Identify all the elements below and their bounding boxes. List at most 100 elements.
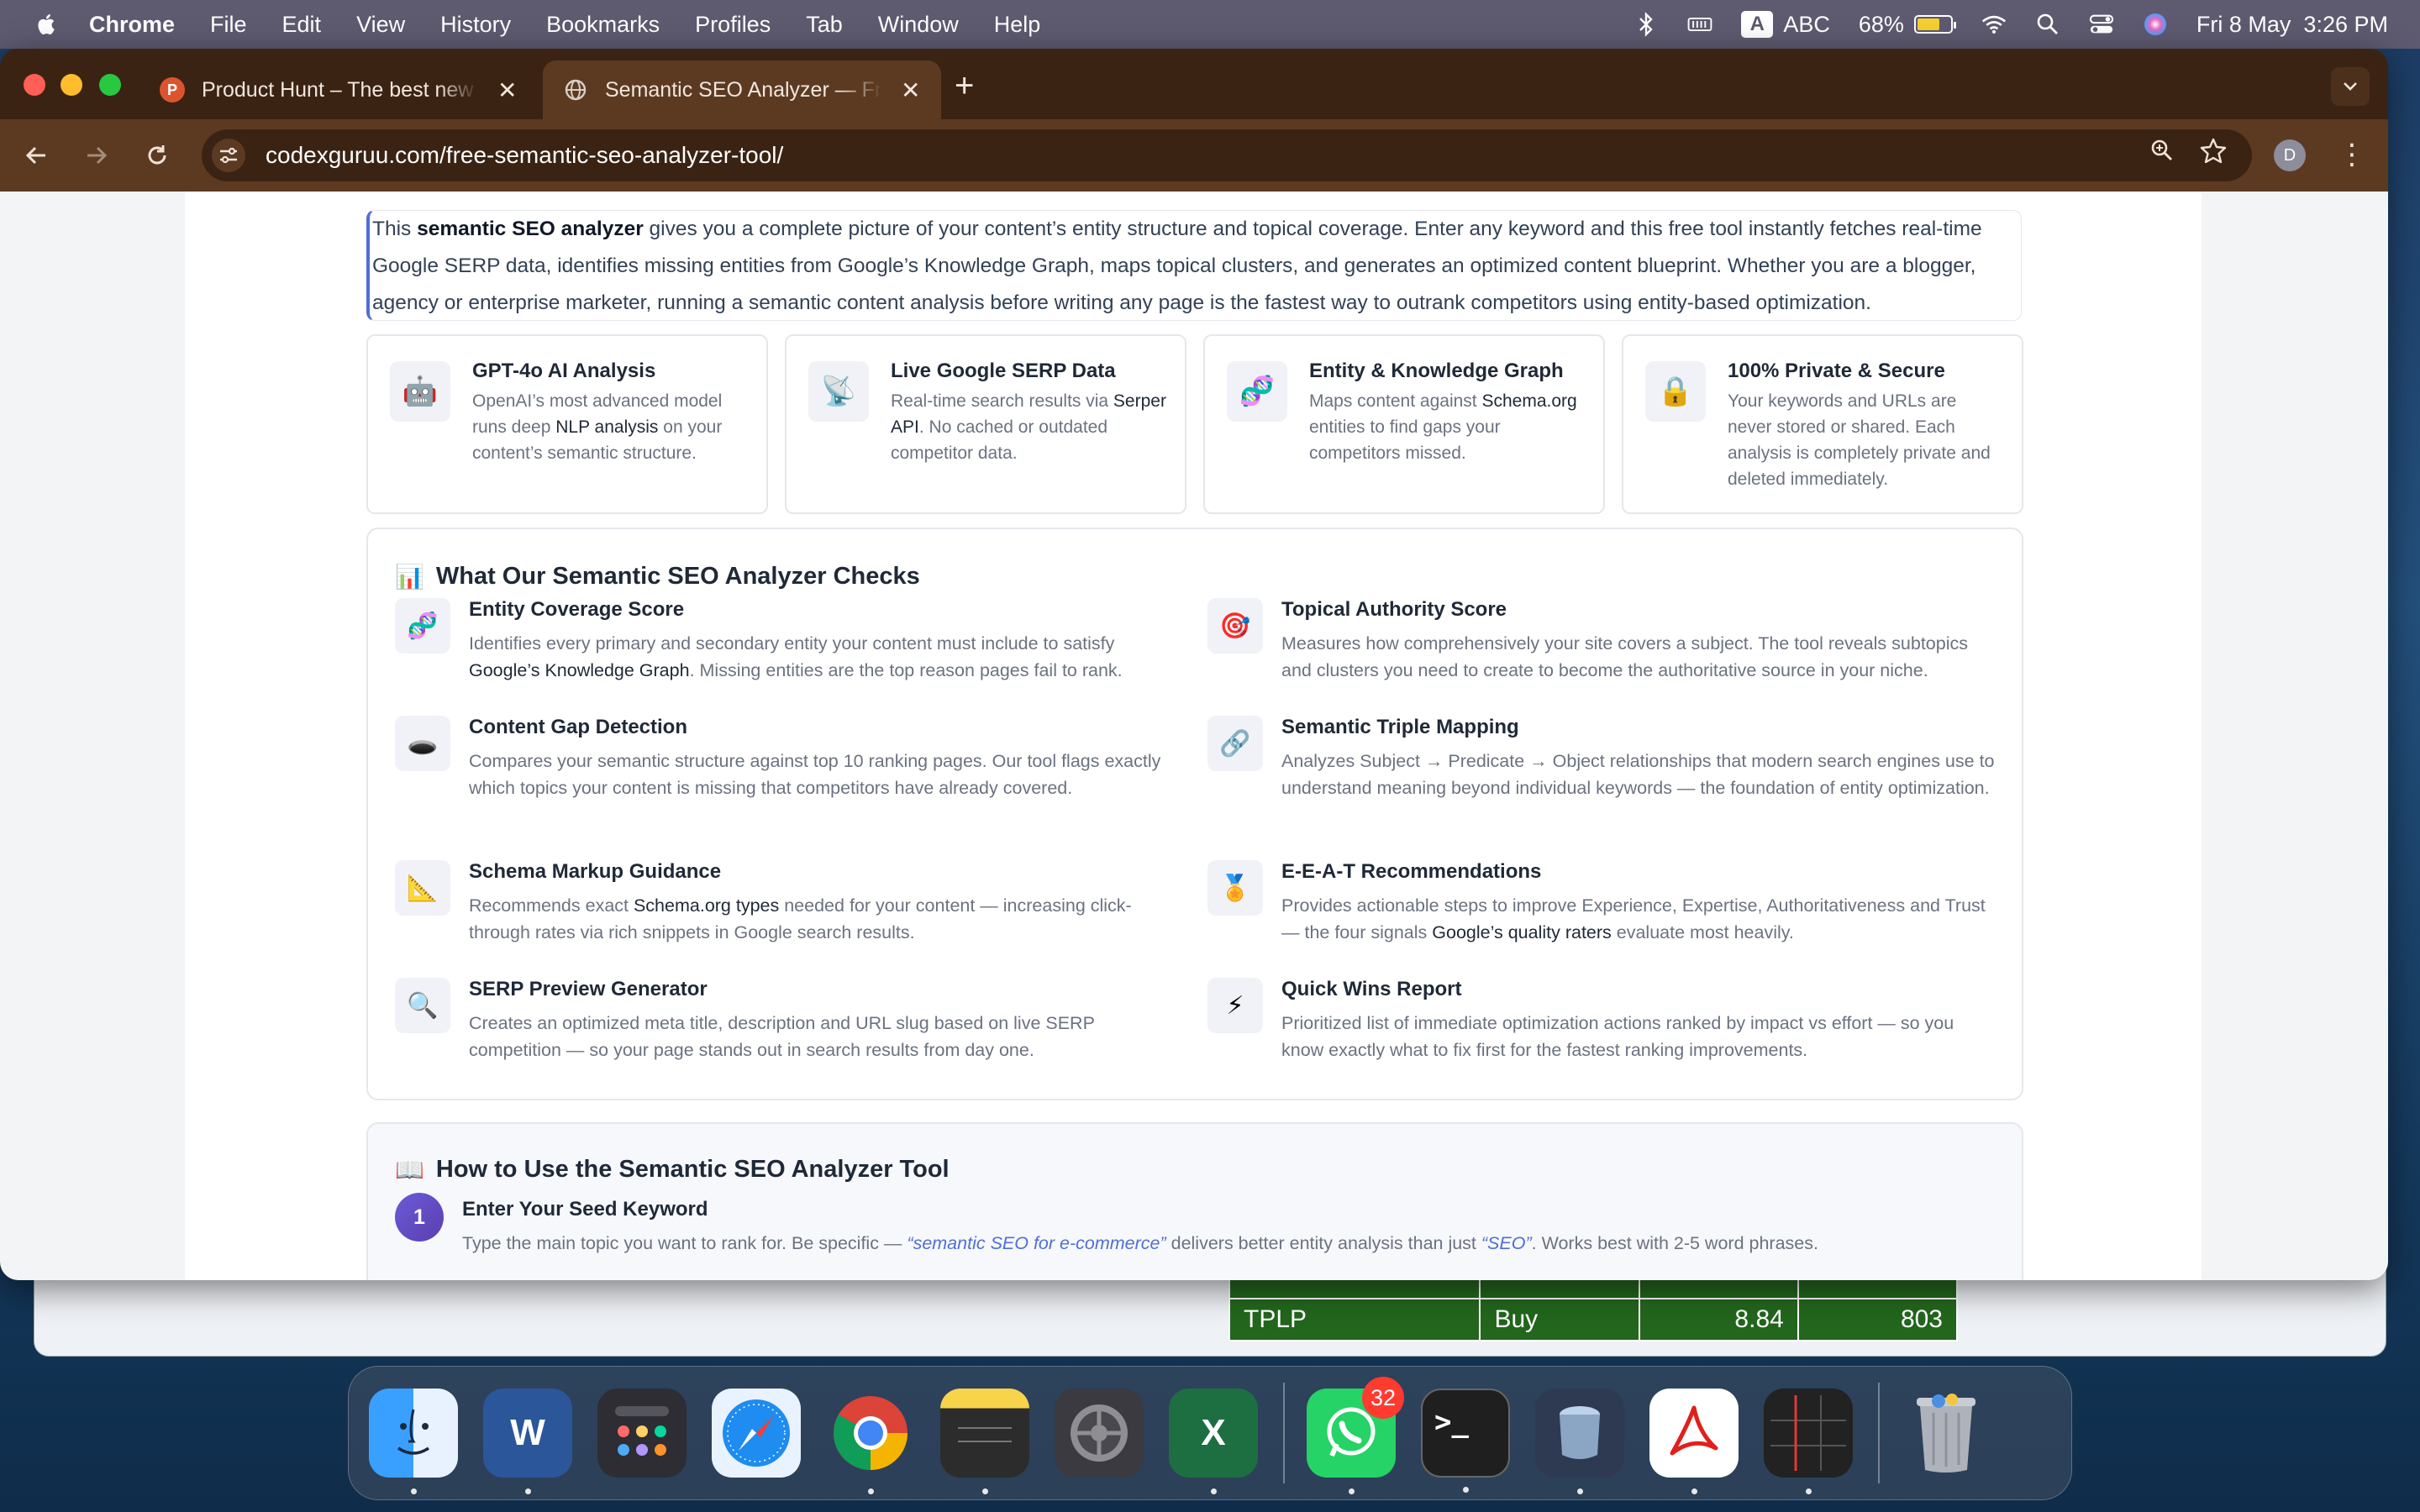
background-spreadsheet: TPLP Buy 8.84 803 — [1228, 1273, 1959, 1341]
minimize-window-button[interactable] — [60, 74, 82, 96]
preview-app-icon[interactable] — [1535, 1389, 1624, 1494]
back-arrow-icon[interactable] — [17, 136, 55, 175]
feature-highlight: NLP analysis — [555, 417, 659, 437]
chrome-window: P Product Hunt – The best new products i… — [0, 49, 2388, 1280]
step-description: Type the main topic you want to rank for… — [462, 1233, 1818, 1254]
section-heading: 📖 How to Use the Semantic SEO Analyzer T… — [395, 1156, 950, 1184]
feature-title: Live Google SERP Data — [891, 360, 1116, 382]
battery-fill — [1917, 18, 1939, 30]
tab-strip: P Product Hunt – The best new products i… — [0, 49, 2388, 119]
site-settings-icon[interactable] — [212, 139, 245, 172]
globe-favicon-icon — [563, 77, 588, 102]
check-text: Identifies every primary and secondary e… — [469, 633, 1115, 654]
feature-title: GPT-4o AI Analysis — [472, 360, 656, 382]
lightning-icon: ⚡ — [1207, 978, 1263, 1033]
close-tab-icon[interactable]: ✕ — [901, 76, 920, 104]
notes-icon[interactable] — [940, 1389, 1029, 1494]
battery-status[interactable]: 68% — [1859, 12, 1956, 38]
address-bar[interactable]: codexguruu.com/free-semantic-seo-analyze… — [202, 129, 2252, 181]
chrome-icon[interactable] — [826, 1389, 915, 1494]
link-icon: 🔗 — [1207, 716, 1263, 771]
menu-bookmarks[interactable]: Bookmarks — [546, 12, 660, 38]
launchpad-icon[interactable] — [597, 1389, 687, 1478]
siri-icon[interactable] — [2143, 12, 2168, 37]
bookmark-star-icon[interactable] — [2200, 138, 2227, 170]
menu-file[interactable]: File — [210, 12, 247, 38]
close-tab-icon[interactable]: ✕ — [497, 76, 517, 104]
dna-icon: 🧬 — [1227, 361, 1287, 422]
feature-card: 🧬 Entity & Knowledge Graph Maps content … — [1203, 334, 1605, 514]
intro-bold-keyword: semantic SEO analyzer — [417, 218, 644, 240]
word-icon[interactable]: W — [483, 1389, 572, 1494]
tab-semantic-seo-analyzer[interactable]: Semantic SEO Analyzer — Free Semantic SE… — [543, 60, 941, 119]
section-title: How to Use the Semantic SEO Analyzer Too… — [435, 1156, 950, 1183]
feature-highlight: Schema.org — [1481, 391, 1577, 411]
close-window-button[interactable] — [24, 74, 45, 96]
check-description: Recommends exact Schema.org types needed… — [469, 892, 1183, 946]
feature-text: Real-time search results via — [891, 391, 1113, 411]
feature-title: 100% Private & Secure — [1728, 360, 1945, 382]
spotlight-search-icon[interactable] — [2035, 12, 2060, 37]
menu-help[interactable]: Help — [994, 12, 1041, 38]
intro-paragraph: This semantic SEO analyzer gives you a c… — [366, 210, 2022, 321]
cell-symbol: TPLP — [1228, 1298, 1481, 1341]
tab-product-hunt[interactable]: P Product Hunt – The best new products i… — [139, 60, 538, 119]
medal-icon: 🏅 — [1207, 860, 1263, 916]
trash-icon[interactable] — [1902, 1389, 1991, 1478]
system-settings-gear-icon[interactable] — [1055, 1389, 1144, 1478]
new-tab-plus-icon[interactable]: + — [955, 67, 974, 105]
check-title: Topical Authority Score — [1281, 598, 1507, 621]
check-highlight: Google’s quality raters — [1432, 922, 1612, 942]
check-description: Provides actionable steps to improve Exp… — [1281, 892, 1996, 946]
input-source[interactable]: A ABC — [1741, 11, 1830, 38]
feature-description: Your keywords and URLs are never stored … — [1728, 388, 2005, 492]
tab-search-chevron-down-icon[interactable] — [2331, 67, 2370, 106]
memory-icon[interactable] — [1687, 12, 1712, 37]
running-indicator — [868, 1488, 874, 1494]
dock: W X 32 >_ — [348, 1366, 2072, 1500]
running-indicator — [1349, 1488, 1355, 1494]
grid-app-icon[interactable] — [1764, 1389, 1853, 1494]
excel-icon[interactable]: X — [1169, 1389, 1258, 1494]
clock[interactable]: Fri 8 May 3:26 PM — [2196, 12, 2388, 38]
bluetooth-icon[interactable] — [1634, 12, 1659, 37]
running-indicator — [525, 1488, 531, 1494]
check-description: Identifies every primary and secondary e… — [469, 630, 1183, 684]
forward-arrow-icon[interactable] — [77, 136, 116, 175]
zoom-magnifier-icon[interactable] — [2149, 138, 2175, 170]
bar-chart-icon: 📊 — [395, 564, 424, 590]
reload-icon[interactable] — [138, 136, 176, 175]
finder-icon[interactable] — [369, 1389, 458, 1494]
apple-icon[interactable] — [35, 13, 55, 36]
zoom-window-button[interactable] — [99, 74, 121, 96]
check-title: Entity Coverage Score — [469, 598, 685, 621]
magnifier-icon: 🔍 — [395, 978, 450, 1033]
wifi-icon[interactable] — [1981, 12, 2007, 37]
check-text: evaluate most heavily. — [1611, 922, 1794, 942]
profile-avatar[interactable]: D — [2274, 139, 2306, 171]
menu-profiles[interactable]: Profiles — [695, 12, 771, 38]
check-description: Creates an optimized meta title, descrip… — [469, 1010, 1183, 1063]
menu-history[interactable]: History — [440, 12, 511, 38]
menu-tab[interactable]: Tab — [806, 12, 843, 38]
safari-icon[interactable] — [712, 1389, 801, 1478]
menu-view[interactable]: View — [356, 12, 405, 38]
cell-price: 8.84 — [1638, 1298, 1799, 1341]
whatsapp-icon[interactable]: 32 — [1307, 1377, 1404, 1494]
menu-window[interactable]: Window — [878, 12, 959, 38]
running-indicator — [1463, 1487, 1469, 1493]
robot-icon: 🤖 — [390, 361, 450, 422]
more-menu-icon[interactable]: ⋮ — [2338, 138, 2366, 171]
menu-edit[interactable]: Edit — [282, 12, 322, 38]
feature-description: OpenAI’s most advanced model runs deep N… — [472, 388, 750, 466]
check-text: Creates an optimized meta title, descrip… — [469, 1013, 1095, 1060]
url-text[interactable]: codexguruu.com/free-semantic-seo-analyze… — [266, 142, 783, 169]
check-title: SERP Preview Generator — [469, 978, 708, 1000]
check-description: Compares your semantic structure against… — [469, 748, 1183, 801]
check-text: Analyzes Subject → Predicate → Object re… — [1281, 751, 1995, 798]
control-center-icon[interactable] — [2089, 12, 2114, 37]
feature-card: 🤖 GPT-4o AI Analysis OpenAI’s most advan… — [366, 334, 768, 514]
terminal-icon[interactable]: >_ — [1421, 1389, 1510, 1493]
acrobat-icon[interactable] — [1649, 1389, 1739, 1494]
menu-app-name[interactable]: Chrome — [89, 12, 175, 38]
